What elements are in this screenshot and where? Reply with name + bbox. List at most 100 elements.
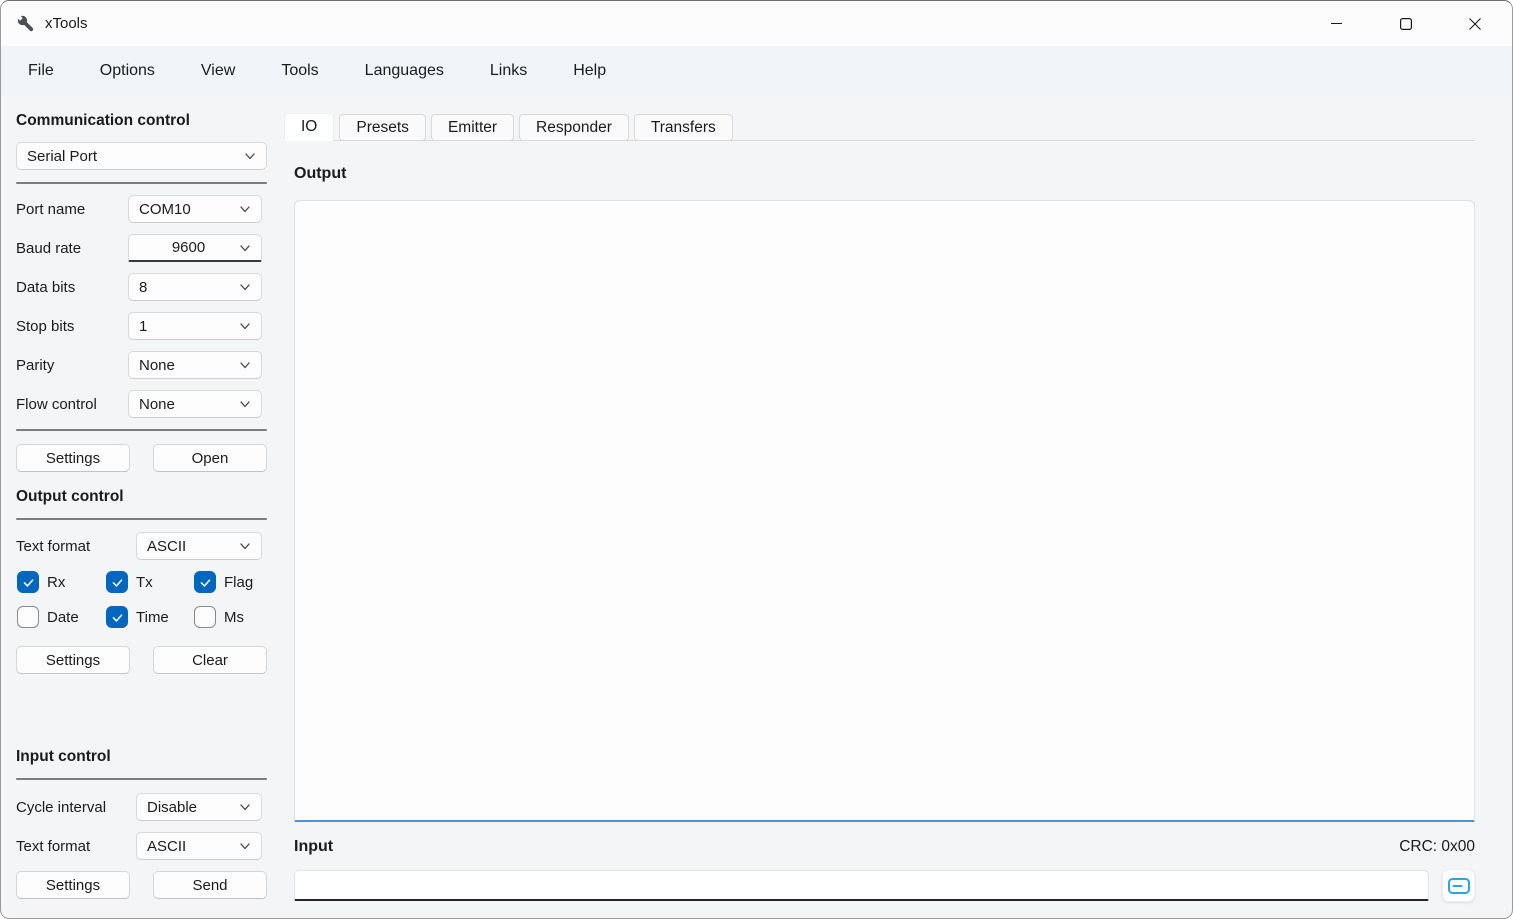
input-buttons: Settings Send <box>16 871 267 899</box>
output-display[interactable] <box>294 200 1475 822</box>
crc-value: CRC: 0x00 <box>1399 838 1475 856</box>
output-settings-button[interactable]: Settings <box>16 646 130 674</box>
title-bar: xTools <box>1 1 1512 46</box>
minimize-button[interactable] <box>1302 1 1371 46</box>
input-control-header: Input control <box>16 747 267 766</box>
chevron-down-icon <box>238 539 252 553</box>
input-section-header: Input CRC: 0x00 <box>294 837 1475 856</box>
tab-transfers[interactable]: Transfers <box>634 114 733 141</box>
tab-bar: IO Presets Emitter Responder Transfers <box>284 113 1475 141</box>
app-window: xTools File Options View Tools Languages… <box>0 0 1513 919</box>
menu-options[interactable]: Options <box>100 62 155 80</box>
stop-bits-select[interactable]: 1 <box>128 312 262 340</box>
input-format-button[interactable] <box>1442 869 1475 902</box>
separator <box>16 518 267 520</box>
menu-help[interactable]: Help <box>573 62 606 80</box>
input-text-format-select[interactable]: ASCII <box>136 832 262 860</box>
tab-emitter-label: Emitter <box>448 119 497 137</box>
port-name-select[interactable]: COM10 <box>128 195 262 223</box>
rx-checkbox-item[interactable]: Rx <box>17 571 106 593</box>
baud-rate-select[interactable]: 9600 <box>128 234 262 262</box>
data-bits-select[interactable]: 8 <box>128 273 262 301</box>
sidebar: Communication control Serial Port Port n… <box>1 96 278 918</box>
date-label: Date <box>47 609 79 626</box>
data-bits-label: Data bits <box>16 279 128 296</box>
chevron-down-icon <box>243 149 257 163</box>
communication-control-header: Communication control <box>16 111 267 130</box>
flow-control-select[interactable]: None <box>128 390 262 418</box>
time-label: Time <box>136 609 169 626</box>
rx-checkbox[interactable] <box>17 571 39 593</box>
communication-settings-button[interactable]: Settings <box>16 444 130 472</box>
minimize-icon <box>1331 18 1342 29</box>
chevron-down-icon <box>238 800 252 814</box>
cycle-interval-value: Disable <box>147 799 197 816</box>
ms-checkbox-item[interactable]: Ms <box>194 606 267 628</box>
tab-presets[interactable]: Presets <box>339 114 426 141</box>
close-button[interactable] <box>1440 1 1509 46</box>
menu-tools[interactable]: Tools <box>281 62 318 80</box>
communication-buttons: Settings Open <box>16 444 267 472</box>
chevron-down-icon <box>238 202 252 216</box>
time-checkbox-item[interactable]: Time <box>106 606 194 628</box>
output-control-header: Output control <box>16 487 267 506</box>
tab-io[interactable]: IO <box>284 113 334 141</box>
data-bits-value: 8 <box>139 279 147 296</box>
maximize-icon <box>1400 18 1412 30</box>
send-button[interactable]: Send <box>153 871 267 899</box>
clear-button[interactable]: Clear <box>153 646 267 674</box>
tx-checkbox-item[interactable]: Tx <box>106 571 194 593</box>
output-text-format-label: Text format <box>16 538 136 555</box>
chevron-down-icon <box>238 358 252 372</box>
separator <box>16 429 267 431</box>
input-text-format-value: ASCII <box>147 838 186 855</box>
baud-rate-value: 9600 <box>139 239 238 256</box>
port-name-value: COM10 <box>139 201 191 218</box>
close-icon <box>1469 18 1481 30</box>
menu-links[interactable]: Links <box>490 62 527 80</box>
message-input[interactable] <box>294 870 1429 901</box>
maximize-button[interactable] <box>1371 1 1440 46</box>
input-text-format-row: Text format ASCII <box>16 832 267 860</box>
menu-file[interactable]: File <box>28 62 54 80</box>
flag-checkbox-item[interactable]: Flag <box>194 571 267 593</box>
flow-control-value: None <box>139 396 175 413</box>
input-settings-button[interactable]: Settings <box>16 871 130 899</box>
output-text-format-row: Text format ASCII <box>16 532 267 560</box>
tab-responder[interactable]: Responder <box>519 114 629 141</box>
tab-transfers-label: Transfers <box>651 119 716 137</box>
ms-checkbox[interactable] <box>194 606 216 628</box>
stop-bits-label: Stop bits <box>16 318 128 335</box>
stop-bits-row: Stop bits 1 <box>16 312 267 340</box>
tx-label: Tx <box>136 574 153 591</box>
parity-row: Parity None <box>16 351 267 379</box>
date-checkbox-item[interactable]: Date <box>17 606 106 628</box>
window-controls <box>1302 1 1512 46</box>
separator <box>16 778 267 780</box>
input-text-format-label: Text format <box>16 838 136 855</box>
flow-control-label: Flow control <box>16 396 128 413</box>
ms-label: Ms <box>224 609 244 626</box>
wrench-icon <box>15 13 36 34</box>
cycle-interval-select[interactable]: Disable <box>136 793 262 821</box>
parity-value: None <box>139 357 175 374</box>
app-body: Communication control Serial Port Port n… <box>1 96 1512 918</box>
device-type-select[interactable]: Serial Port <box>16 142 267 170</box>
time-checkbox[interactable] <box>106 606 128 628</box>
output-text-format-select[interactable]: ASCII <box>136 532 262 560</box>
tx-checkbox[interactable] <box>106 571 128 593</box>
parity-select[interactable]: None <box>128 351 262 379</box>
menu-languages[interactable]: Languages <box>365 62 444 80</box>
tab-emitter[interactable]: Emitter <box>431 114 514 141</box>
output-text-format-value: ASCII <box>147 538 186 555</box>
chevron-down-icon <box>238 397 252 411</box>
parity-label: Parity <box>16 357 128 374</box>
flag-checkbox[interactable] <box>194 571 216 593</box>
baud-rate-label: Baud rate <box>16 240 128 257</box>
menu-view[interactable]: View <box>201 62 235 80</box>
text-field-icon <box>1448 878 1470 894</box>
device-type-value: Serial Port <box>27 148 97 165</box>
port-name-row: Port name COM10 <box>16 195 267 223</box>
open-button[interactable]: Open <box>153 444 267 472</box>
date-checkbox[interactable] <box>17 606 39 628</box>
